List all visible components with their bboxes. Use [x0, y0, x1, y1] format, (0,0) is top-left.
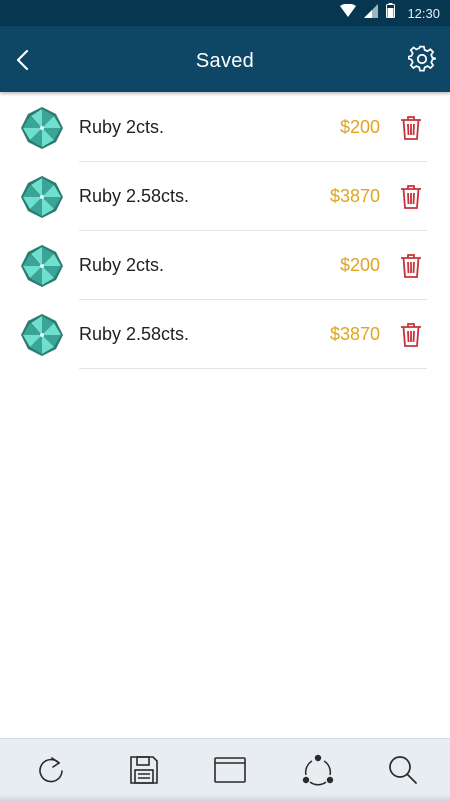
folder-button[interactable] [211, 751, 249, 789]
share-icon [302, 754, 334, 786]
app-bar: Saved [0, 26, 450, 92]
refresh-icon [39, 757, 63, 783]
gem-icon [21, 107, 63, 149]
trash-icon[interactable] [400, 253, 422, 279]
list-item[interactable]: Ruby 2.58cts. $3870 [0, 300, 450, 369]
refresh-button[interactable] [32, 751, 70, 789]
gem-icon [21, 314, 63, 356]
gem-icon [21, 176, 63, 218]
bottom-shadow [0, 795, 450, 801]
trash-icon[interactable] [400, 184, 422, 210]
item-name: Ruby 2.58cts. [79, 324, 190, 344]
wifi-icon [340, 3, 357, 22]
folder-icon [214, 757, 246, 783]
item-price: $200 [339, 117, 380, 137]
signal-icon [364, 3, 379, 23]
trash-icon[interactable] [400, 115, 422, 141]
gear-icon [407, 45, 437, 72]
list-item[interactable]: Ruby 2.58cts. $3870 [0, 162, 450, 231]
share-button[interactable] [299, 751, 337, 789]
list-item[interactable]: Ruby 2cts. $200 [0, 93, 450, 162]
trash-icon[interactable] [400, 322, 422, 348]
search-icon [389, 756, 417, 784]
item-price: $200 [339, 255, 380, 275]
gem-icon [21, 245, 63, 287]
bottom-toolbar [0, 738, 450, 801]
item-price: $3870 [329, 324, 380, 344]
battery-icon [386, 3, 396, 23]
status-bar: 12:30 [0, 0, 450, 26]
divider [79, 368, 427, 369]
save-icon [130, 756, 158, 784]
status-icons: 12:30 [340, 0, 440, 26]
search-button[interactable] [384, 751, 422, 789]
item-price: $3870 [329, 186, 380, 206]
saved-list: Ruby 2cts. $200 Ruby 2.58cts. $3870 Ruby… [0, 93, 450, 369]
save-button[interactable] [125, 751, 163, 789]
item-name: Ruby 2cts. [79, 255, 165, 275]
list-item[interactable]: Ruby 2cts. $200 [0, 231, 450, 300]
settings-button[interactable] [407, 45, 437, 73]
status-time: 12:30 [407, 5, 440, 21]
item-name: Ruby 2cts. [79, 117, 165, 137]
item-name: Ruby 2.58cts. [79, 186, 190, 206]
page-title: Saved [195, 50, 255, 72]
